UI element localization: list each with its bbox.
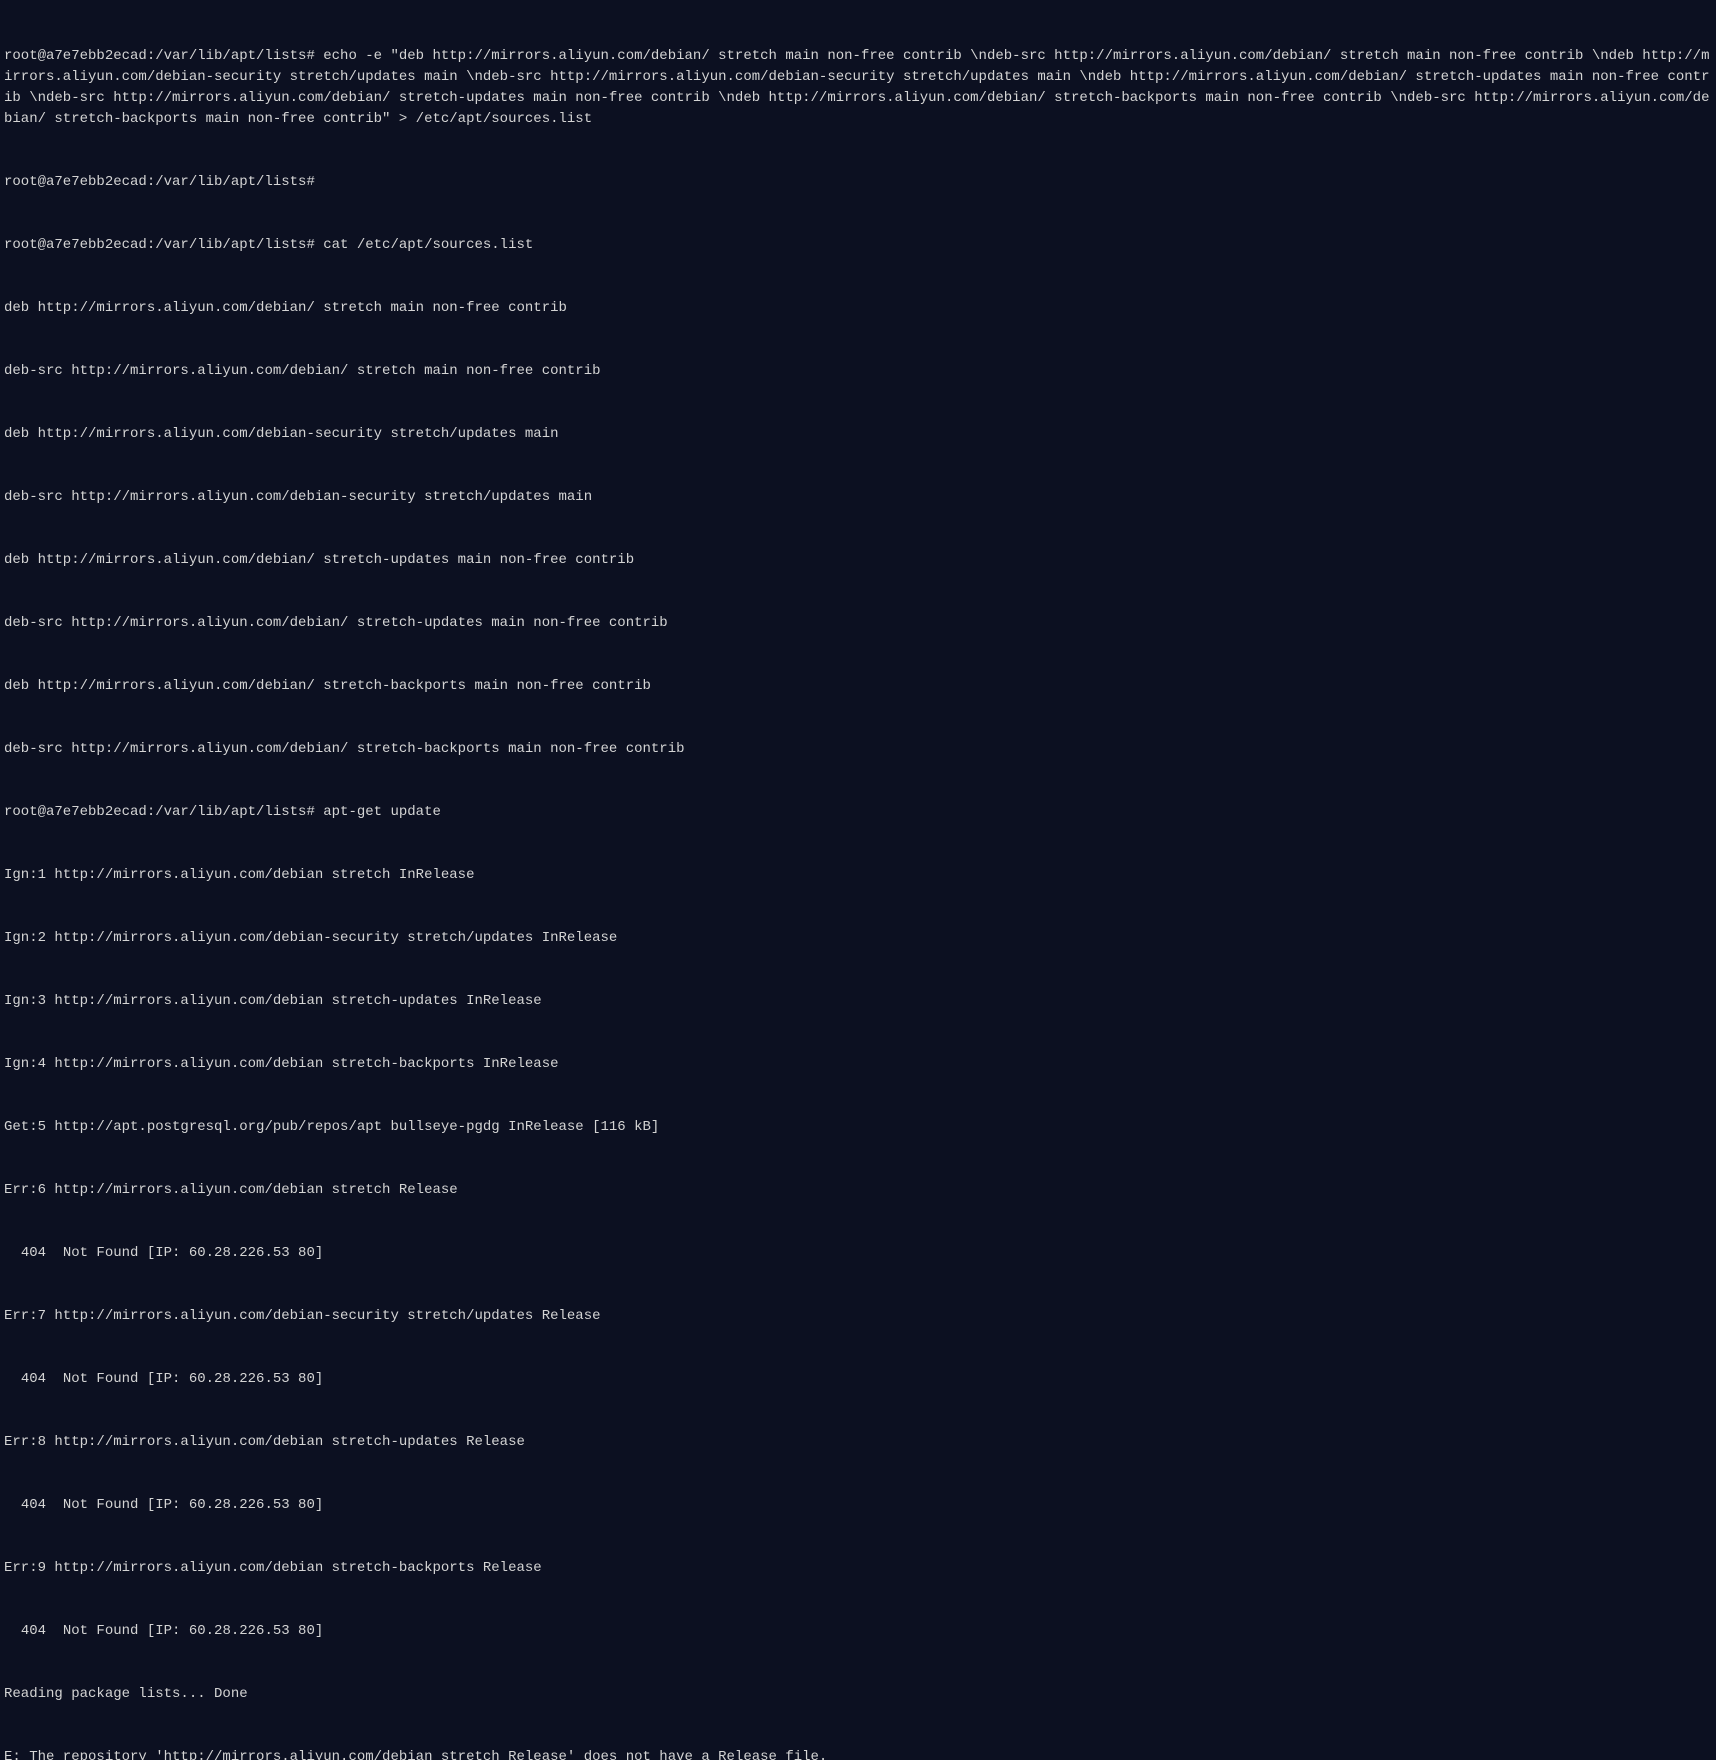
terminal-line: deb http://mirrors.aliyun.com/debian/ st… (4, 676, 1712, 697)
terminal-output[interactable]: root@a7e7ebb2ecad:/var/lib/apt/lists# ec… (4, 4, 1712, 1760)
terminal-line: deb http://mirrors.aliyun.com/debian/ st… (4, 550, 1712, 571)
terminal-line: Err:7 http://mirrors.aliyun.com/debian-s… (4, 1306, 1712, 1327)
terminal-line: root@a7e7ebb2ecad:/var/lib/apt/lists# ap… (4, 802, 1712, 823)
terminal-line: Err:8 http://mirrors.aliyun.com/debian s… (4, 1432, 1712, 1453)
terminal-line: Ign:2 http://mirrors.aliyun.com/debian-s… (4, 928, 1712, 949)
terminal-line: Ign:3 http://mirrors.aliyun.com/debian s… (4, 991, 1712, 1012)
terminal-line: Reading package lists... Done (4, 1684, 1712, 1705)
terminal-line: 404 Not Found [IP: 60.28.226.53 80] (4, 1495, 1712, 1516)
terminal-line: deb http://mirrors.aliyun.com/debian/ st… (4, 298, 1712, 319)
terminal-line: Ign:1 http://mirrors.aliyun.com/debian s… (4, 865, 1712, 886)
terminal-line: Err:6 http://mirrors.aliyun.com/debian s… (4, 1180, 1712, 1201)
terminal-line: 404 Not Found [IP: 60.28.226.53 80] (4, 1369, 1712, 1390)
terminal-line: deb http://mirrors.aliyun.com/debian-sec… (4, 424, 1712, 445)
terminal-line: Get:5 http://apt.postgresql.org/pub/repo… (4, 1117, 1712, 1138)
terminal-line: root@a7e7ebb2ecad:/var/lib/apt/lists# ca… (4, 235, 1712, 256)
terminal-line: deb-src http://mirrors.aliyun.com/debian… (4, 739, 1712, 760)
terminal-line: deb-src http://mirrors.aliyun.com/debian… (4, 361, 1712, 382)
terminal-line: Err:9 http://mirrors.aliyun.com/debian s… (4, 1558, 1712, 1579)
terminal-line: E: The repository 'http://mirrors.aliyun… (4, 1747, 1712, 1760)
terminal-line: Ign:4 http://mirrors.aliyun.com/debian s… (4, 1054, 1712, 1075)
terminal-line: root@a7e7ebb2ecad:/var/lib/apt/lists# (4, 172, 1712, 193)
terminal-line: root@a7e7ebb2ecad:/var/lib/apt/lists# ec… (4, 46, 1712, 130)
terminal-line: 404 Not Found [IP: 60.28.226.53 80] (4, 1243, 1712, 1264)
terminal-line: deb-src http://mirrors.aliyun.com/debian… (4, 487, 1712, 508)
terminal-line: deb-src http://mirrors.aliyun.com/debian… (4, 613, 1712, 634)
terminal-line: 404 Not Found [IP: 60.28.226.53 80] (4, 1621, 1712, 1642)
